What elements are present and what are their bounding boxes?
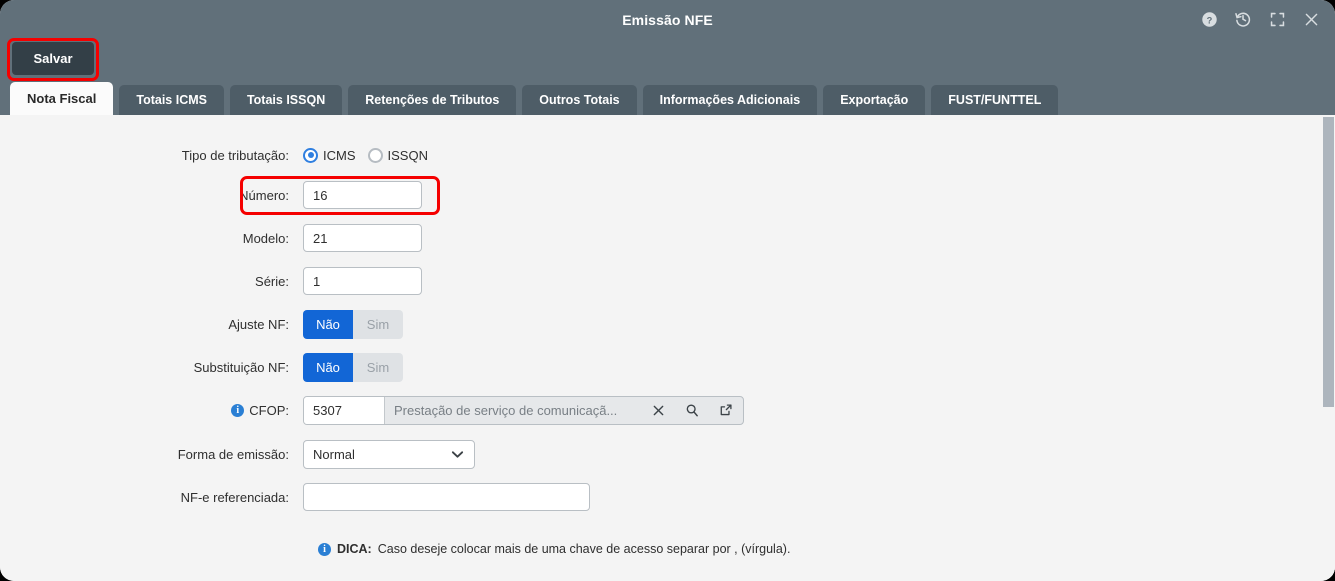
window-controls: ? (1199, 9, 1321, 29)
close-icon[interactable] (1301, 9, 1321, 29)
field-row-serie: Série: (118, 267, 422, 295)
label-numero: Número: (239, 187, 289, 203)
emissao-nfe-window: Emissão NFE ? Salvar Nota Fiscal Totais … (0, 0, 1335, 581)
svg-text:?: ? (1206, 15, 1212, 25)
tab-exportacao[interactable]: Exportação (823, 85, 926, 115)
cfop-lookup: Prestação de serviço de comunicaçã... (303, 395, 744, 425)
tab-fust-funttel[interactable]: FUST/FUNTTEL (931, 85, 1059, 115)
field-row-substituicao-nf: Substituição NF: Não Sim (118, 352, 403, 382)
radio-issqn-indicator (367, 147, 383, 163)
label-nfe-referenciada: NF-e referenciada: (180, 489, 289, 505)
hint-prefix: DICA: (337, 542, 372, 556)
info-icon-hint: i (318, 542, 331, 556)
cfop-code-input[interactable] (304, 396, 385, 424)
tab-bar: Nota Fiscal Totais ICMS Totais ISSQN Ret… (0, 82, 1335, 115)
help-icon[interactable]: ? (1199, 9, 1219, 29)
modelo-input[interactable] (303, 224, 422, 252)
radio-option-issqn[interactable]: ISSQN (367, 147, 428, 163)
field-row-forma-emissao: Forma de emissão: Normal (118, 439, 475, 469)
toggle-substituicao-nf-nao[interactable]: Não (303, 352, 353, 382)
label-ajuste-nf: Ajuste NF: (228, 316, 289, 332)
field-row-tipo-tributacao: Tipo de tributação: ICMS ISSQN (118, 141, 428, 169)
toggle-ajuste-nf-sim[interactable]: Sim (353, 309, 403, 339)
label-forma-emissao: Forma de emissão: (177, 446, 289, 462)
tab-totais-icms[interactable]: Totais ICMS (119, 85, 224, 115)
label-modelo: Modelo: (242, 230, 289, 246)
toggle-substituicao-nf: Não Sim (303, 352, 403, 382)
cfop-search-icon[interactable] (675, 397, 709, 424)
field-row-ajuste-nf: Ajuste NF: Não Sim (118, 309, 403, 339)
history-icon[interactable] (1233, 9, 1253, 29)
window-titlebar: Emissão NFE ? Salvar (0, 0, 1335, 82)
hint-text: Caso deseje colocar mais de uma chave de… (377, 542, 791, 556)
label-substituicao-nf: Substituição NF: (193, 359, 289, 375)
fullscreen-icon[interactable] (1267, 9, 1287, 29)
radio-icms-label: ICMS (323, 147, 356, 163)
label-cfop-wrapper: i CFOP: (118, 403, 303, 418)
toggle-substituicao-nf-sim[interactable]: Sim (353, 352, 403, 382)
tab-nota-fiscal[interactable]: Nota Fiscal (10, 82, 114, 115)
form-panel: Tipo de tributação: ICMS ISSQN Número: M… (0, 115, 1335, 581)
radio-issqn-label: ISSQN (387, 147, 428, 163)
radio-option-icms[interactable]: ICMS (303, 147, 356, 163)
tab-informacoes-adicionais[interactable]: Informações Adicionais (642, 85, 818, 115)
window-title: Emissão NFE (622, 12, 713, 28)
label-cfop: CFOP: (249, 402, 289, 418)
tab-retencoes-de-tributos[interactable]: Retenções de Tributos (348, 85, 517, 115)
forma-emissao-select-wrapper: Normal (303, 439, 475, 469)
field-row-numero: Número: (118, 181, 422, 209)
label-serie: Série: (255, 273, 289, 289)
field-row-cfop: i CFOP: Prestação de serviço de comunica… (118, 395, 744, 425)
save-button[interactable]: Salvar (12, 42, 94, 75)
radio-icms-indicator (303, 147, 318, 163)
nfe-referenciada-input[interactable] (303, 483, 590, 511)
label-tipo-tributacao: Tipo de tributação: (181, 147, 289, 163)
content-scrollbar-thumb[interactable] (1323, 117, 1334, 407)
cfop-description: Prestação de serviço de comunicaçã... (394, 402, 618, 418)
numero-input[interactable] (303, 181, 422, 209)
serie-input[interactable] (303, 267, 422, 295)
tab-outros-totais[interactable]: Outros Totais (522, 85, 637, 115)
forma-emissao-select[interactable]: Normal (303, 439, 475, 469)
toggle-ajuste-nf: Não Sim (303, 309, 403, 339)
cfop-open-external-icon[interactable] (709, 397, 743, 424)
field-row-modelo: Modelo: (118, 224, 422, 252)
tab-totais-issqn[interactable]: Totais ISSQN (229, 85, 343, 115)
toggle-ajuste-nf-nao[interactable]: Não (303, 309, 353, 339)
hint-dica: i DICA: Caso deseje colocar mais de uma … (318, 542, 790, 556)
info-icon-cfop: i (231, 403, 245, 417)
cfop-clear-icon[interactable] (641, 397, 675, 424)
radio-group-tipo-tributacao: ICMS ISSQN (303, 147, 428, 163)
field-row-nfe-referenciada: NF-e referenciada: (118, 483, 590, 511)
